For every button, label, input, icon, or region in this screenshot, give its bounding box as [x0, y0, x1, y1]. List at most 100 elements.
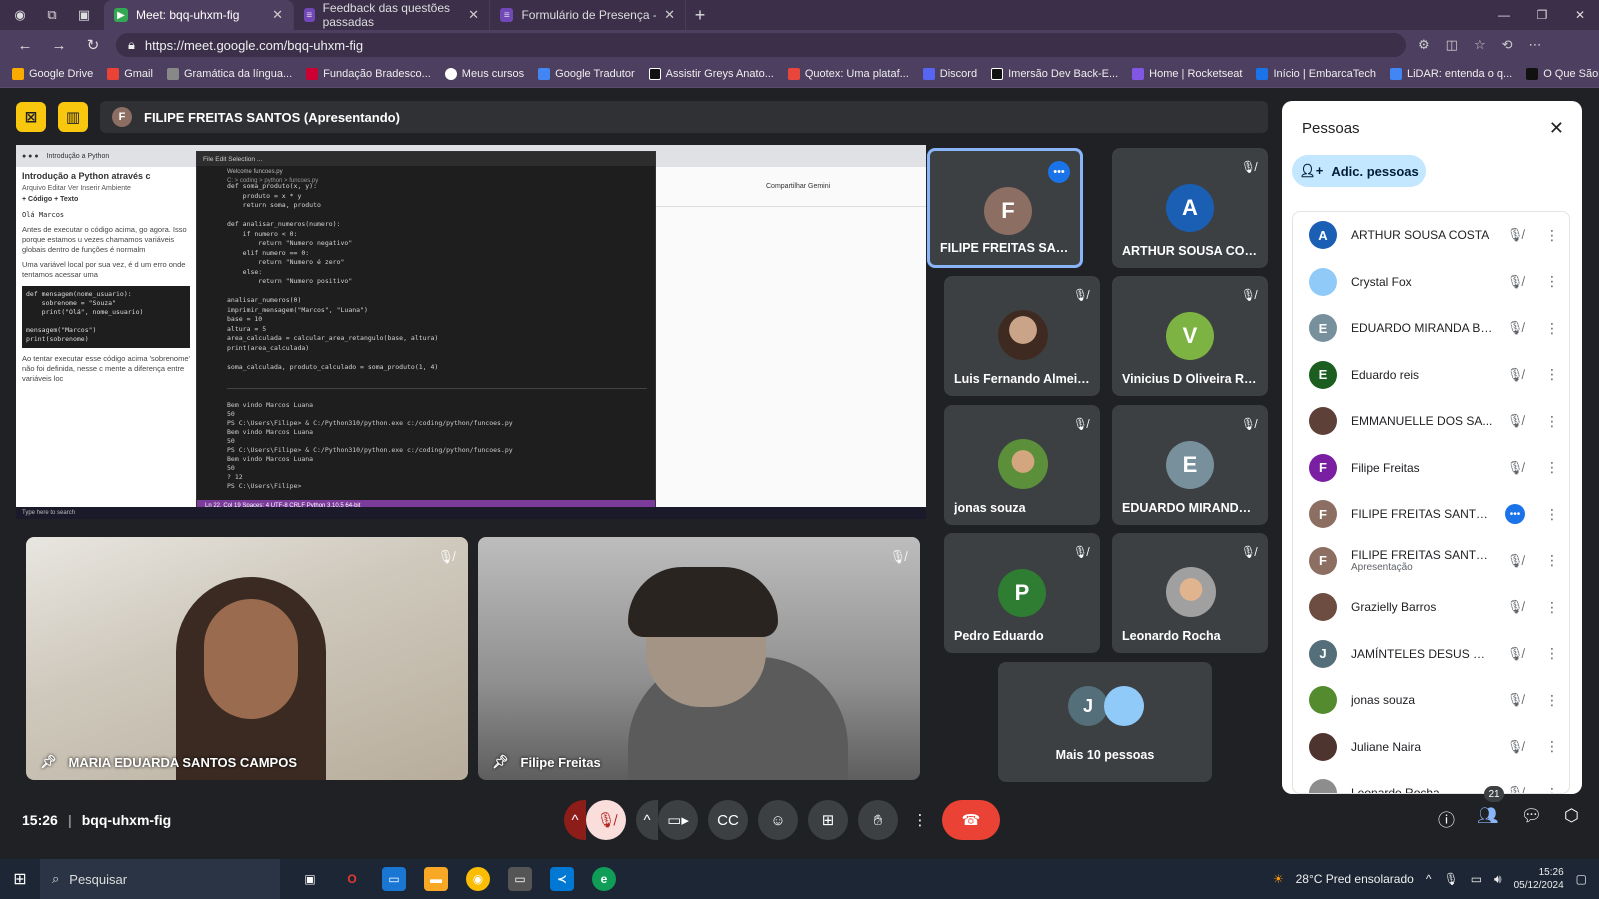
more-vert-icon[interactable]: ⋮ [1545, 552, 1559, 569]
person-row[interactable]: E Eduardo reis 🎙︎̸ ⋮ [1293, 352, 1569, 399]
more-vert-icon[interactable]: ⋮ [1545, 506, 1559, 523]
more-participants-tile[interactable]: J Mais 10 pessoas [998, 662, 1212, 782]
more-vert-icon[interactable]: ⋮ [1545, 366, 1559, 383]
workspaces-icon[interactable]: ⧉ [40, 3, 64, 27]
bookmark-item[interactable]: O Que São Chips de... [1526, 67, 1599, 80]
reload-icon[interactable]: ↻ [82, 36, 104, 54]
person-row[interactable]: A ARTHUR SOUSA COSTA 🎙︎̸ ⋮ [1293, 212, 1569, 259]
browser-profile-icon[interactable]: ◉ [8, 3, 32, 27]
split-screen-icon[interactable]: ◫ [1446, 37, 1458, 53]
mic-off-icon[interactable]: 🎙︎̸ [1505, 460, 1525, 476]
participant-tile[interactable]: E 🎙︎̸ EDUARDO MIRANDA ... [1112, 405, 1268, 525]
people-icon[interactable]: 👥︎ [1477, 806, 1499, 831]
participant-tile[interactable]: 🎙︎̸ Leonardo Rocha [1112, 533, 1268, 653]
restore-icon[interactable]: ❐ [1523, 8, 1561, 22]
stop-presenting-button[interactable]: ⊠ [16, 102, 46, 132]
vscode-icon[interactable]: ≺ [550, 867, 574, 891]
network-icon[interactable]: ▭ [1471, 872, 1482, 886]
new-tab-button[interactable]: + [686, 5, 714, 26]
bookmark-item[interactable]: Google Tradutor [538, 67, 635, 80]
camera-options-button[interactable]: ^ [636, 800, 658, 840]
history-icon[interactable]: ⟲ [1502, 37, 1513, 53]
more-vert-icon[interactable]: ⋮ [1545, 645, 1559, 662]
activities-icon[interactable]: ⬡ [1564, 806, 1579, 831]
person-row[interactable]: EMMANUELLE DOS SA... 🎙︎̸ ⋮ [1293, 398, 1569, 445]
taskbar-clock[interactable]: 15:26 05/12/2024 [1514, 866, 1564, 892]
pin-icon[interactable]: 📌︎ [492, 754, 509, 770]
more-icon[interactable]: ⋯ [1529, 37, 1542, 53]
mic-off-icon[interactable]: 🎙︎̸ [1505, 274, 1525, 290]
close-tab-icon[interactable]: ✕ [272, 7, 283, 23]
more-vert-icon[interactable]: ⋮ [1545, 227, 1559, 244]
person-row[interactable]: J JAMÍNTELES DESUS RIB... 🎙︎̸ ⋮ [1293, 631, 1569, 678]
back-icon[interactable]: ← [14, 37, 36, 54]
volume-icon[interactable]: 🔊︎ [1494, 872, 1502, 887]
more-vert-icon[interactable]: ⋮ [1545, 738, 1559, 755]
mic-off-icon[interactable]: 🎙︎̸ [1505, 413, 1525, 429]
more-vert-icon[interactable]: ⋮ [1545, 273, 1559, 290]
bookmark-item[interactable]: Discord [922, 67, 977, 80]
bookmark-item[interactable]: Assistir Greys Anato... [648, 67, 774, 80]
close-window-icon[interactable]: ✕ [1561, 8, 1599, 22]
person-row[interactable]: E EDUARDO MIRANDA BE... 🎙︎̸ ⋮ [1293, 305, 1569, 352]
notifications-icon[interactable]: ▢ [1576, 872, 1587, 886]
bookmark-item[interactable]: Gmail [107, 67, 153, 80]
bookmark-item[interactable]: Home | Rocketseat [1132, 67, 1242, 80]
more-vert-icon[interactable]: ⋮ [1545, 320, 1559, 337]
file-explorer-icon[interactable]: ▬ [424, 867, 448, 891]
tab-actions-icon[interactable]: ▣ [72, 3, 96, 27]
participant-tile[interactable]: 🎙︎̸ jonas souza [944, 405, 1100, 525]
participant-tile[interactable]: 🎙︎̸ Luis Fernando Almeid... [944, 276, 1100, 396]
edge-icon[interactable]: e [592, 867, 616, 891]
mic-off-icon[interactable]: 🎙︎̸ [1505, 227, 1525, 243]
minimize-icon[interactable]: — [1485, 8, 1523, 22]
close-icon[interactable]: ✕ [1549, 118, 1564, 139]
favorites-icon[interactable]: ☆ [1474, 37, 1486, 53]
raise-hand-button[interactable]: ✋︎ [858, 800, 898, 840]
participant-tile[interactable]: V 🎙︎̸ Vinicius D Oliveira Ro... [1112, 276, 1268, 396]
tab-meet[interactable]: ▶ Meet: bqq-uhxm-fig ✕ [104, 0, 294, 30]
bookmark-item[interactable]: Fundação Bradesco... [306, 67, 431, 80]
mic-off-icon[interactable]: 🎙︎̸ [1505, 646, 1525, 662]
tray-chevron-icon[interactable]: ^ [1426, 872, 1432, 886]
windows-start-icon[interactable]: ⊞ [0, 869, 40, 889]
mic-off-icon[interactable]: 🎙︎̸ [1505, 599, 1525, 615]
task-view-icon[interactable]: ▣ [298, 867, 322, 891]
layout-button[interactable]: ▥ [58, 102, 88, 132]
more-vert-icon[interactable]: ⋮ [1545, 413, 1559, 430]
person-row[interactable]: Crystal Fox 🎙︎̸ ⋮ [1293, 259, 1569, 306]
microphone-icon[interactable]: 🎙︎ [1443, 872, 1458, 886]
person-row[interactable]: Grazielly Barros 🎙︎̸ ⋮ [1293, 584, 1569, 631]
mic-options-button[interactable]: ^ [564, 800, 586, 840]
present-button[interactable]: ⊞ [808, 800, 848, 840]
app-icon[interactable]: ▭ [508, 867, 532, 891]
bookmark-item[interactable]: Meus cursos [444, 67, 524, 80]
participant-tile[interactable]: A 🎙︎̸ ARTHUR SOUSA COSTA [1112, 148, 1268, 268]
bookmark-item[interactable]: Início | EmbarcaTech [1256, 67, 1376, 80]
tab-formulario[interactable]: ≡ Formulário de Presença - ACEX D ✕ [490, 0, 686, 30]
mic-off-icon[interactable]: 🎙︎̸ [1505, 692, 1525, 708]
pin-icon[interactable]: 📌︎ [40, 754, 57, 770]
site-info-icon[interactable]: 🔒︎ [128, 37, 135, 53]
more-vert-icon[interactable]: ⋮ [1545, 599, 1559, 616]
bookmark-item[interactable]: Google Drive [12, 67, 93, 80]
extensions-icon[interactable]: ⚙ [1418, 37, 1430, 53]
taskbar-search[interactable]: ⌕ Pesquisar [40, 859, 280, 899]
more-options-button[interactable]: ⋮ [908, 800, 932, 840]
person-row[interactable]: F FILIPE FREITAS SANTOS Apresentação 🎙︎̸ ⋮ [1293, 538, 1569, 585]
bookmark-item[interactable]: Gramática da língua... [166, 67, 292, 80]
close-tab-icon[interactable]: ✕ [664, 7, 675, 23]
url-field[interactable]: 🔒︎ https://meet.google.com/bqq-uhxm-fig [116, 33, 1406, 57]
video-tile[interactable]: 🎙︎̸ 📌︎ Filipe Freitas [478, 537, 920, 780]
participant-tile[interactable]: P 🎙︎̸ Pedro Eduardo [944, 533, 1100, 653]
captions-button[interactable]: CC [708, 800, 748, 840]
mic-off-icon[interactable]: 🎙︎̸ [1505, 739, 1525, 755]
bookmark-item[interactable]: LiDAR: entenda o q... [1390, 67, 1512, 80]
person-row[interactable]: F FILIPE FREITAS SANTOS ••• ⋮ [1293, 491, 1569, 538]
mic-toggle-button[interactable]: 🎙︎̸ [586, 800, 626, 840]
person-row[interactable]: jonas souza 🎙︎̸ ⋮ [1293, 677, 1569, 724]
bookmark-item[interactable]: Imersão Dev Back-E... [991, 67, 1118, 80]
tab-feedback[interactable]: ≡ Feedback das questões passadas ✕ [294, 0, 490, 30]
person-row[interactable]: Juliane Naira 🎙︎̸ ⋮ [1293, 724, 1569, 771]
info-icon[interactable]: ⓘ [1438, 806, 1455, 831]
